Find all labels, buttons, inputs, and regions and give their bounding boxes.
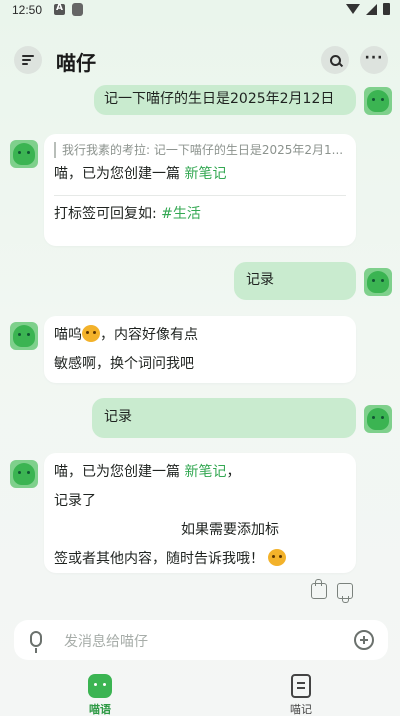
bot-line: 如果需要添加标 bbox=[54, 516, 346, 545]
bot-line: 喵呜 ，内容好像有点 bbox=[54, 321, 346, 350]
search-icon bbox=[329, 54, 341, 66]
bot-text: 喵，已为您创建一篇 bbox=[54, 166, 185, 182]
bot-text: 如果需要添加标 bbox=[181, 522, 279, 538]
bot-text: 喵呜 bbox=[54, 327, 82, 343]
more-icon: ··· bbox=[364, 50, 384, 66]
message-input-bar[interactable]: 发消息给喵仔 bbox=[14, 620, 388, 660]
mic-icon[interactable] bbox=[30, 631, 42, 653]
nav-label: 喵语 bbox=[89, 703, 111, 716]
bot-message[interactable]: 喵，已为您创建一篇 新笔记， 记录了 如果需要添加标 签或者其他内容，随时告诉我… bbox=[44, 453, 356, 573]
bot-message[interactable]: 我行我素的考拉: 记一下喵仔的生日是2025年2月1... 喵，已为您创建一篇 … bbox=[44, 134, 356, 246]
bot-line: 打标签可回复如: #生活 bbox=[54, 200, 346, 229]
bot-text: 签或者其他内容，随时告诉我哦！ bbox=[54, 551, 264, 567]
message-text: 记一下喵仔的生日是2025年2月12日 bbox=[104, 91, 335, 107]
new-note-link[interactable]: 新笔记 bbox=[184, 464, 226, 480]
status-time: 12:50 bbox=[12, 3, 43, 17]
feedback-actions bbox=[311, 579, 353, 599]
bot-line: 记录了 bbox=[54, 493, 96, 509]
message-input[interactable]: 发消息给喵仔 bbox=[64, 631, 148, 651]
wifi-icon bbox=[346, 4, 360, 14]
nav-label: 喵记 bbox=[290, 703, 312, 716]
thumb-down-icon[interactable] bbox=[337, 583, 353, 599]
user-avatar[interactable] bbox=[364, 87, 392, 115]
system-icons bbox=[346, 3, 390, 15]
plus-icon[interactable] bbox=[354, 630, 374, 650]
tag-link[interactable]: #生活 bbox=[161, 206, 201, 222]
thumb-up-icon[interactable] bbox=[311, 579, 327, 599]
bot-line: 敏感啊，换个词问我吧 bbox=[54, 356, 194, 372]
cat-emoji-icon bbox=[268, 549, 287, 566]
user-message[interactable]: 记录 bbox=[92, 398, 356, 438]
quoted-message: 我行我素的考拉: 记一下喵仔的生日是2025年2月1... bbox=[54, 142, 346, 158]
notification-app-icon bbox=[72, 3, 83, 16]
notebook-icon bbox=[291, 674, 311, 698]
bot-avatar[interactable] bbox=[10, 322, 38, 350]
app-header: 喵仔 ··· bbox=[0, 40, 400, 80]
search-button[interactable] bbox=[321, 46, 349, 74]
bot-line: 签或者其他内容，随时告诉我哦！ bbox=[54, 545, 346, 574]
user-message[interactable]: 记录 bbox=[234, 262, 356, 300]
new-note-link[interactable]: 新笔记 bbox=[184, 166, 226, 182]
bot-avatar[interactable] bbox=[10, 140, 38, 168]
bot-line: 喵，已为您创建一篇 新笔记 bbox=[54, 160, 346, 189]
nav-item-chat[interactable]: 喵语 bbox=[70, 668, 130, 716]
message-text: 记录 bbox=[246, 272, 274, 288]
signal-icon bbox=[366, 3, 377, 15]
bot-text: 打标签可回复如: bbox=[54, 206, 162, 222]
chat-cat-icon bbox=[88, 674, 112, 698]
cat-emoji-icon bbox=[82, 325, 100, 342]
user-avatar[interactable] bbox=[364, 405, 392, 433]
bot-message[interactable]: 喵呜 ，内容好像有点 敏感啊，换个词问我吧 bbox=[44, 316, 356, 383]
more-button[interactable]: ··· bbox=[360, 46, 388, 74]
battery-icon bbox=[383, 3, 390, 15]
notification-a-icon bbox=[54, 3, 65, 15]
bot-line: 喵，已为您创建一篇 新笔记， bbox=[54, 458, 346, 487]
bot-text: ，内容好像有点 bbox=[100, 327, 198, 343]
nav-item-notes[interactable]: 喵记 bbox=[271, 668, 331, 716]
menu-button[interactable] bbox=[14, 46, 42, 74]
user-message[interactable]: 记一下喵仔的生日是2025年2月12日 bbox=[94, 85, 356, 115]
bottom-nav: 喵语 喵记 bbox=[0, 668, 400, 716]
status-bar: 12:50 bbox=[0, 0, 400, 22]
bot-text: ， bbox=[226, 464, 241, 480]
bot-text: 喵，已为您创建一篇 bbox=[54, 464, 185, 480]
menu-icon bbox=[22, 55, 34, 65]
page-title: 喵仔 bbox=[56, 51, 96, 75]
message-text: 记录 bbox=[104, 409, 132, 425]
bot-avatar[interactable] bbox=[10, 460, 38, 488]
user-avatar[interactable] bbox=[364, 268, 392, 296]
divider bbox=[54, 195, 346, 196]
